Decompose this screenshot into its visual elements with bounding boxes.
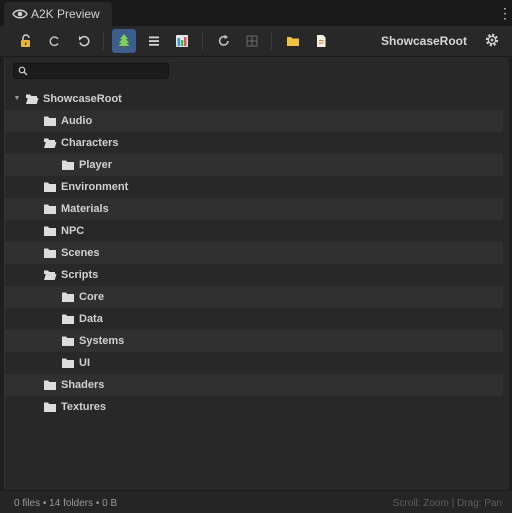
toolbar-separator: [271, 32, 272, 50]
tree-row-label: Characters: [61, 137, 119, 149]
folder-icon: [287, 37, 299, 46]
refresh-icon: [218, 34, 229, 46]
tree-row-label: ShowcaseRoot: [43, 93, 122, 105]
unlock-icon: [21, 34, 30, 47]
more-options-icon[interactable]: ⋮: [498, 5, 512, 21]
tree-row-label: Systems: [79, 335, 125, 347]
grid-button[interactable]: [240, 29, 264, 53]
tree-view-button[interactable]: [112, 29, 136, 53]
undo-button[interactable]: [72, 29, 96, 53]
folder-icon: [44, 380, 56, 390]
grid-icon: [246, 35, 258, 47]
folder-tree: ▼ ShowcaseRoot Audio ▼Characters Player Envir…: [5, 88, 503, 418]
expand-arrow-icon[interactable]: ▼: [13, 95, 21, 103]
tree-row[interactable]: Player: [5, 154, 503, 176]
folder-open-icon: [44, 138, 57, 148]
folder-icon: [62, 160, 74, 170]
folder-icon: [44, 226, 56, 236]
tree-row[interactable]: Audio: [5, 110, 503, 132]
tab-a2k-preview[interactable]: A2K Preview: [4, 2, 112, 26]
status-summary: 0 files • 14 folders • 0 B: [14, 498, 118, 509]
tree-row[interactable]: NPC: [5, 220, 503, 242]
folder-tree-panel: ▼ ShowcaseRoot Audio ▼Characters Player Envir…: [4, 57, 509, 490]
folder-icon: [44, 116, 56, 126]
tree-row[interactable]: ▼Characters: [5, 132, 503, 154]
gear-icon[interactable]: [484, 32, 500, 48]
tree-row[interactable]: Materials: [5, 198, 503, 220]
ring-icon: [49, 36, 59, 47]
tab-bar: A2K Preview ⋮: [0, 0, 512, 26]
search-box[interactable]: [13, 63, 169, 79]
tree-row-label: Scenes: [61, 247, 100, 259]
eye-icon: [12, 9, 28, 19]
tree-row-label: Shaders: [61, 379, 105, 391]
tree-row-label: Core: [79, 291, 105, 303]
tree-row-label: NPC: [61, 225, 85, 237]
status-bar: 0 files • 14 folders • 0 B Scroll: Zoom …: [0, 490, 512, 513]
list-view-button[interactable]: [142, 29, 166, 53]
folder-icon: [62, 292, 74, 302]
folder-icon: [44, 182, 56, 192]
tree-row[interactable]: ▼Scripts: [5, 264, 503, 286]
search-icon: [18, 66, 28, 76]
tree-row[interactable]: Data: [5, 308, 503, 330]
list-view-icon: [149, 36, 159, 46]
open-file-button[interactable]: [309, 29, 333, 53]
tree-row-label: Environment: [61, 181, 129, 193]
folder-icon: [62, 314, 74, 324]
tree-row[interactable]: Core: [5, 286, 503, 308]
tree-row-label: Materials: [61, 203, 109, 215]
search-input[interactable]: [30, 64, 164, 78]
ring-button[interactable]: [42, 29, 66, 53]
folder-open-icon: [44, 270, 57, 280]
tree-view-icon: [118, 34, 130, 49]
tree-row-label: Data: [79, 313, 103, 325]
refresh-button[interactable]: [212, 29, 236, 53]
status-hint: Scroll: Zoom | Drag: Pan: [392, 498, 502, 509]
tree-row-label: Player: [79, 159, 113, 171]
columns-view-button[interactable]: [170, 29, 194, 53]
tree-root-row[interactable]: ▼ ShowcaseRoot: [5, 88, 503, 110]
unlock-button[interactable]: [14, 29, 38, 53]
tree-row-label: Textures: [61, 401, 107, 413]
folder-icon: [62, 358, 74, 368]
tab-title: A2K Preview: [31, 7, 100, 21]
folder-open-icon: [26, 94, 39, 104]
folder-icon: [44, 402, 56, 412]
tree-row-label: Scripts: [61, 269, 99, 281]
tree-row-label: Audio: [61, 115, 93, 127]
toolbar-separator: [103, 32, 104, 50]
tree-row[interactable]: Shaders: [5, 374, 503, 396]
tree-row-label: UI: [79, 357, 90, 369]
open-folder-button[interactable]: [281, 29, 305, 53]
folder-icon: [44, 248, 56, 258]
folder-icon: [44, 204, 56, 214]
tree-row[interactable]: Systems: [5, 330, 503, 352]
tree-row[interactable]: Textures: [5, 396, 503, 418]
file-icon: [317, 35, 326, 47]
tree-row[interactable]: Environment: [5, 176, 503, 198]
folder-icon: [62, 336, 74, 346]
toolbar-separator: [202, 32, 203, 50]
tree-row[interactable]: Scenes: [5, 242, 503, 264]
root-title: ShowcaseRoot: [380, 34, 467, 48]
undo-icon: [79, 35, 90, 47]
tree-row[interactable]: UI: [5, 352, 503, 374]
columns-view-icon: [176, 35, 188, 47]
